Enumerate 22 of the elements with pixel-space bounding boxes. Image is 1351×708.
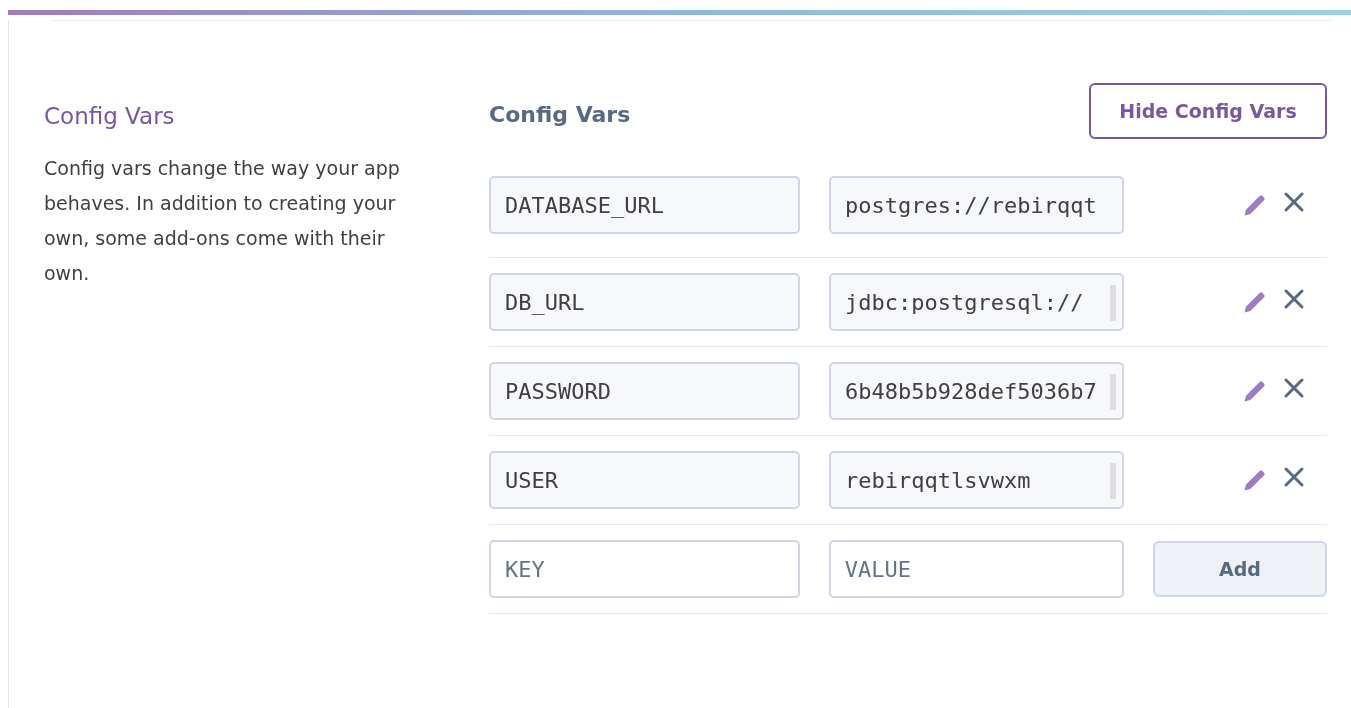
- panel-title: Config Vars: [489, 101, 631, 127]
- var-key-field[interactable]: PASSWORD: [489, 362, 800, 420]
- add-button[interactable]: Add: [1152, 541, 1327, 597]
- scrollbar[interactable]: [1110, 463, 1116, 499]
- var-value-field[interactable]: 6b48b5b928def5036b7: [829, 362, 1124, 420]
- scrollbar[interactable]: [1110, 374, 1116, 410]
- close-icon[interactable]: [1283, 377, 1305, 399]
- section-description: Config vars change the way your app behaves. In addition to creating your own, some add-ons come with their own.: [44, 156, 401, 286]
- close-icon[interactable]: [1283, 191, 1305, 213]
- section-title: Config Vars: [44, 103, 176, 129]
- hide-config-vars-button[interactable]: Hide Config Vars: [1089, 83, 1327, 139]
- new-key-input[interactable]: KEY: [489, 540, 800, 598]
- var-key-field[interactable]: USER: [489, 451, 800, 509]
- var-key-field[interactable]: DB_URL: [489, 273, 800, 331]
- close-icon[interactable]: [1283, 466, 1305, 488]
- scrollbar[interactable]: [1110, 285, 1116, 321]
- var-value-field[interactable]: postgres://rebirqqt: [829, 176, 1124, 234]
- new-value-input[interactable]: VALUE: [828, 540, 1124, 598]
- var-key-field[interactable]: DATABASE_URL: [489, 176, 800, 234]
- var-value-field[interactable]: rebirqqtlsvwxm: [829, 451, 1124, 509]
- close-icon[interactable]: [1283, 288, 1305, 310]
- var-value-field[interactable]: jdbc:postgresql://: [829, 273, 1124, 331]
